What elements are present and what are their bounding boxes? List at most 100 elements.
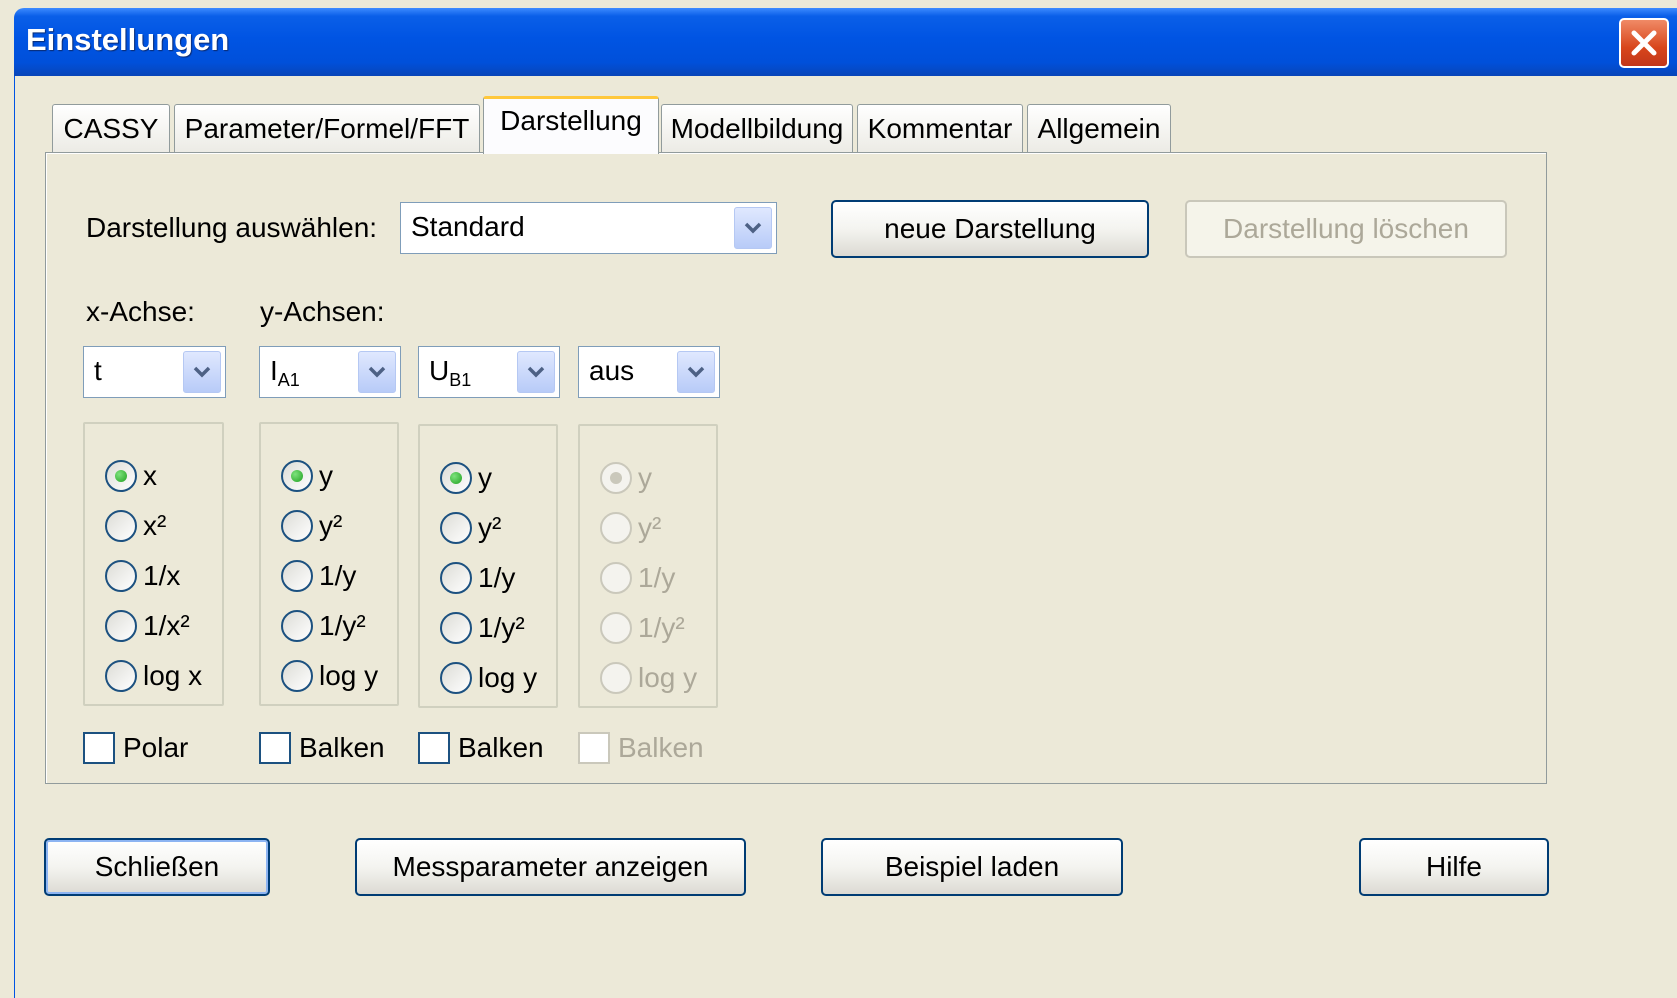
- radio-label: x: [143, 460, 157, 491]
- radio-label: 1/x²: [143, 610, 190, 641]
- tab-darstellung[interactable]: Darstellung: [483, 96, 659, 154]
- radio-y2-log[interactable]: log y: [440, 658, 537, 698]
- y3-axis-select-value: aus: [589, 355, 635, 386]
- radio-y2-reciprocal-squared[interactable]: 1/y²: [440, 608, 525, 648]
- y1-channel: A1: [277, 370, 300, 390]
- y2-axis-select-value: UB1: [429, 355, 471, 391]
- radio-label: 1/y: [319, 560, 357, 591]
- tab-allgemein[interactable]: Allgemein: [1027, 104, 1171, 152]
- radio-x-squared[interactable]: x²: [105, 506, 166, 546]
- checkbox-icon: [83, 732, 115, 764]
- chevron-down-icon[interactable]: [517, 351, 555, 393]
- radio-y2[interactable]: y: [440, 458, 492, 498]
- y3-scale-group: y y² 1/y 1/y² log y: [578, 424, 718, 708]
- new-view-button[interactable]: neue Darstellung: [831, 200, 1149, 258]
- y1-axis-select[interactable]: IA1: [259, 346, 401, 398]
- y2-scale-group: y y² 1/y 1/y² log y: [418, 424, 558, 708]
- radio-label: y²: [478, 512, 502, 543]
- balken-label: Balken: [458, 732, 544, 763]
- tab-parameter-formel-fft[interactable]: Parameter/Formel/FFT: [174, 104, 480, 152]
- y1-bar-checkbox[interactable]: Balken: [259, 729, 385, 767]
- load-example-button[interactable]: Beispiel laden: [821, 838, 1123, 896]
- radio-label: y: [478, 462, 492, 493]
- view-select[interactable]: Standard: [400, 202, 777, 254]
- tab-cassy[interactable]: CASSY: [52, 104, 170, 152]
- chevron-down-icon[interactable]: [734, 207, 772, 249]
- radio-icon: [281, 660, 313, 692]
- radio-icon: [440, 612, 472, 644]
- chevron-down-icon[interactable]: [358, 351, 396, 393]
- radio-y3: y: [600, 458, 652, 498]
- radio-label: y²: [638, 512, 662, 543]
- radio-y1-reciprocal[interactable]: 1/y: [281, 556, 356, 596]
- radio-icon: [105, 610, 137, 642]
- checkbox-icon: [259, 732, 291, 764]
- select-view-label: Darstellung auswählen:: [86, 212, 378, 243]
- radio-y3-reciprocal: 1/y: [600, 558, 675, 598]
- y1-axis-select-value: IA1: [270, 355, 300, 391]
- polar-checkbox[interactable]: Polar: [83, 729, 188, 767]
- y-axes-label: y-Achsen:: [260, 296, 385, 327]
- y3-bar-checkbox: Balken: [578, 729, 704, 767]
- checkbox-icon: [578, 732, 610, 764]
- radio-icon: [105, 560, 137, 592]
- radio-label: x²: [143, 510, 167, 541]
- radio-y3-reciprocal-squared: 1/y²: [600, 608, 685, 648]
- radio-icon: [105, 460, 137, 492]
- radio-icon: [440, 562, 472, 594]
- show-parameters-button[interactable]: Messparameter anzeigen: [355, 838, 746, 896]
- radio-label: y: [638, 462, 652, 493]
- radio-y1[interactable]: y: [281, 456, 333, 496]
- radio-x-log[interactable]: log x: [105, 656, 202, 696]
- chevron-down-icon[interactable]: [183, 351, 221, 393]
- radio-icon: [600, 612, 632, 644]
- tab-modellbildung[interactable]: Modellbildung: [661, 104, 853, 152]
- view-select-value: Standard: [411, 211, 525, 242]
- y2-quantity: U: [429, 355, 450, 386]
- radio-y1-log[interactable]: log y: [281, 656, 378, 696]
- radio-icon: [440, 512, 472, 544]
- radio-label: log y: [638, 662, 698, 693]
- radio-y2-reciprocal[interactable]: 1/y: [440, 558, 515, 598]
- tab-kommentar[interactable]: Kommentar: [857, 104, 1023, 152]
- radio-icon: [600, 512, 632, 544]
- radio-icon: [600, 662, 632, 694]
- radio-icon: [600, 462, 632, 494]
- close-button[interactable]: [1619, 18, 1669, 68]
- y2-axis-select[interactable]: UB1: [418, 346, 560, 398]
- x-axis-label: x-Achse:: [86, 296, 195, 327]
- y1-quantity: I: [270, 355, 278, 386]
- radio-y3-log: log y: [600, 658, 697, 698]
- polar-label: Polar: [123, 732, 189, 763]
- radio-icon: [105, 510, 137, 542]
- chevron-down-icon[interactable]: [677, 351, 715, 393]
- radio-label: y²: [319, 510, 343, 541]
- radio-x-reciprocal-squared[interactable]: 1/x²: [105, 606, 190, 646]
- radio-icon: [281, 460, 313, 492]
- radio-label: 1/y: [638, 562, 676, 593]
- title-bar: Einstellungen: [14, 8, 1677, 76]
- radio-y1-squared[interactable]: y²: [281, 506, 342, 546]
- radio-icon: [281, 560, 313, 592]
- y2-channel: B1: [449, 370, 472, 390]
- delete-view-button[interactable]: Darstellung löschen: [1185, 200, 1507, 258]
- radio-label: y: [319, 460, 333, 491]
- radio-icon: [281, 510, 313, 542]
- radio-label: 1/y²: [319, 610, 366, 641]
- y3-axis-select[interactable]: aus: [578, 346, 720, 398]
- y1-scale-group: y y² 1/y 1/y² log y: [259, 422, 399, 706]
- radio-icon: [440, 462, 472, 494]
- close-dialog-button[interactable]: Schließen: [44, 838, 270, 896]
- radio-icon: [281, 610, 313, 642]
- radio-icon: [440, 662, 472, 694]
- x-axis-select[interactable]: t: [83, 346, 226, 398]
- radio-icon: [600, 562, 632, 594]
- radio-y2-squared[interactable]: y²: [440, 508, 501, 548]
- help-button[interactable]: Hilfe: [1359, 838, 1549, 896]
- radio-label: 1/y²: [478, 612, 525, 643]
- radio-label: log y: [478, 662, 538, 693]
- y2-bar-checkbox[interactable]: Balken: [418, 729, 544, 767]
- radio-x[interactable]: x: [105, 456, 157, 496]
- radio-x-reciprocal[interactable]: 1/x: [105, 556, 180, 596]
- radio-y1-reciprocal-squared[interactable]: 1/y²: [281, 606, 366, 646]
